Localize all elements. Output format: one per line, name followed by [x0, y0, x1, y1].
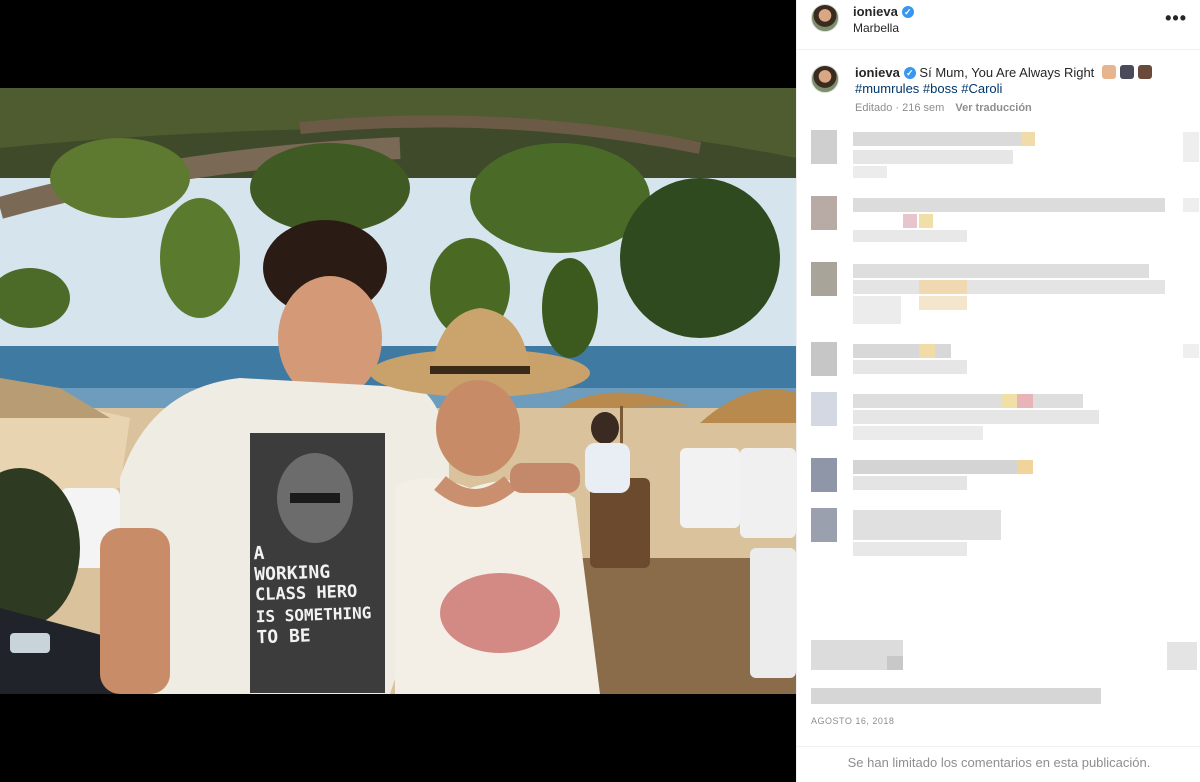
censored-comment [811, 196, 1199, 246]
post-header: ionieva ✓ Marbella ••• [797, 0, 1200, 50]
caption-meta: Editado · 216 sem Ver traducción [855, 102, 1032, 114]
caption-text: Sí Mum, You Are Always Right [919, 65, 1095, 80]
shirt-print-text: A WORKING CLASS HERO IS SOMETHING TO BE [253, 539, 387, 648]
post-photo[interactable]: A WORKING CLASS HERO IS SOMETHING TO BE [0, 88, 796, 694]
woman-emoji [1137, 65, 1152, 79]
comments-limited-text: Se han limitado los comentarios en esta … [847, 755, 1151, 770]
hashtag-link[interactable]: #mumrules [855, 81, 919, 96]
photo-illustration [0, 88, 796, 694]
caption: ionieva ✓ Sí Mum, You Are Always Right #m… [855, 65, 1185, 97]
censored-comment [811, 262, 1191, 326]
verified-badge-icon: ✓ [901, 6, 914, 18]
header-username[interactable]: ionieva ✓ [853, 4, 914, 19]
username-text[interactable]: ionieva [853, 4, 898, 19]
media-pane: A WORKING CLASS HERO IS SOMETHING TO BE [0, 0, 796, 782]
censored-comment [811, 392, 1191, 446]
hashtag-link[interactable]: #boss [923, 81, 958, 96]
pointing-finger-emoji [1101, 65, 1116, 79]
avatar[interactable] [811, 4, 839, 32]
police-officer-emoji [1119, 65, 1134, 79]
censored-comment [811, 458, 1191, 498]
caption-avatar[interactable] [811, 65, 839, 93]
comments-limited-notice: Se han limitado los comentarios en esta … [797, 746, 1200, 782]
censored-comment [811, 508, 1191, 558]
translate-button[interactable]: Ver traducción [955, 102, 1031, 114]
censored-comment [811, 342, 1199, 382]
more-options-icon[interactable]: ••• [1165, 8, 1187, 29]
hashtag-link[interactable]: #Caroli [961, 81, 1002, 96]
location-link[interactable]: Marbella [853, 21, 899, 35]
post-side-panel: ionieva ✓ Marbella ••• ionieva ✓ Sí Mum, Y… [796, 0, 1200, 782]
censored-comment [811, 130, 1199, 180]
post-date: AGOSTO 16, 2018 [811, 716, 895, 726]
censored-likes [811, 640, 1197, 710]
caption-username[interactable]: ionieva [855, 65, 900, 80]
verified-badge-icon: ✓ [903, 67, 916, 79]
edited-label: Editado · 216 sem [855, 102, 945, 114]
